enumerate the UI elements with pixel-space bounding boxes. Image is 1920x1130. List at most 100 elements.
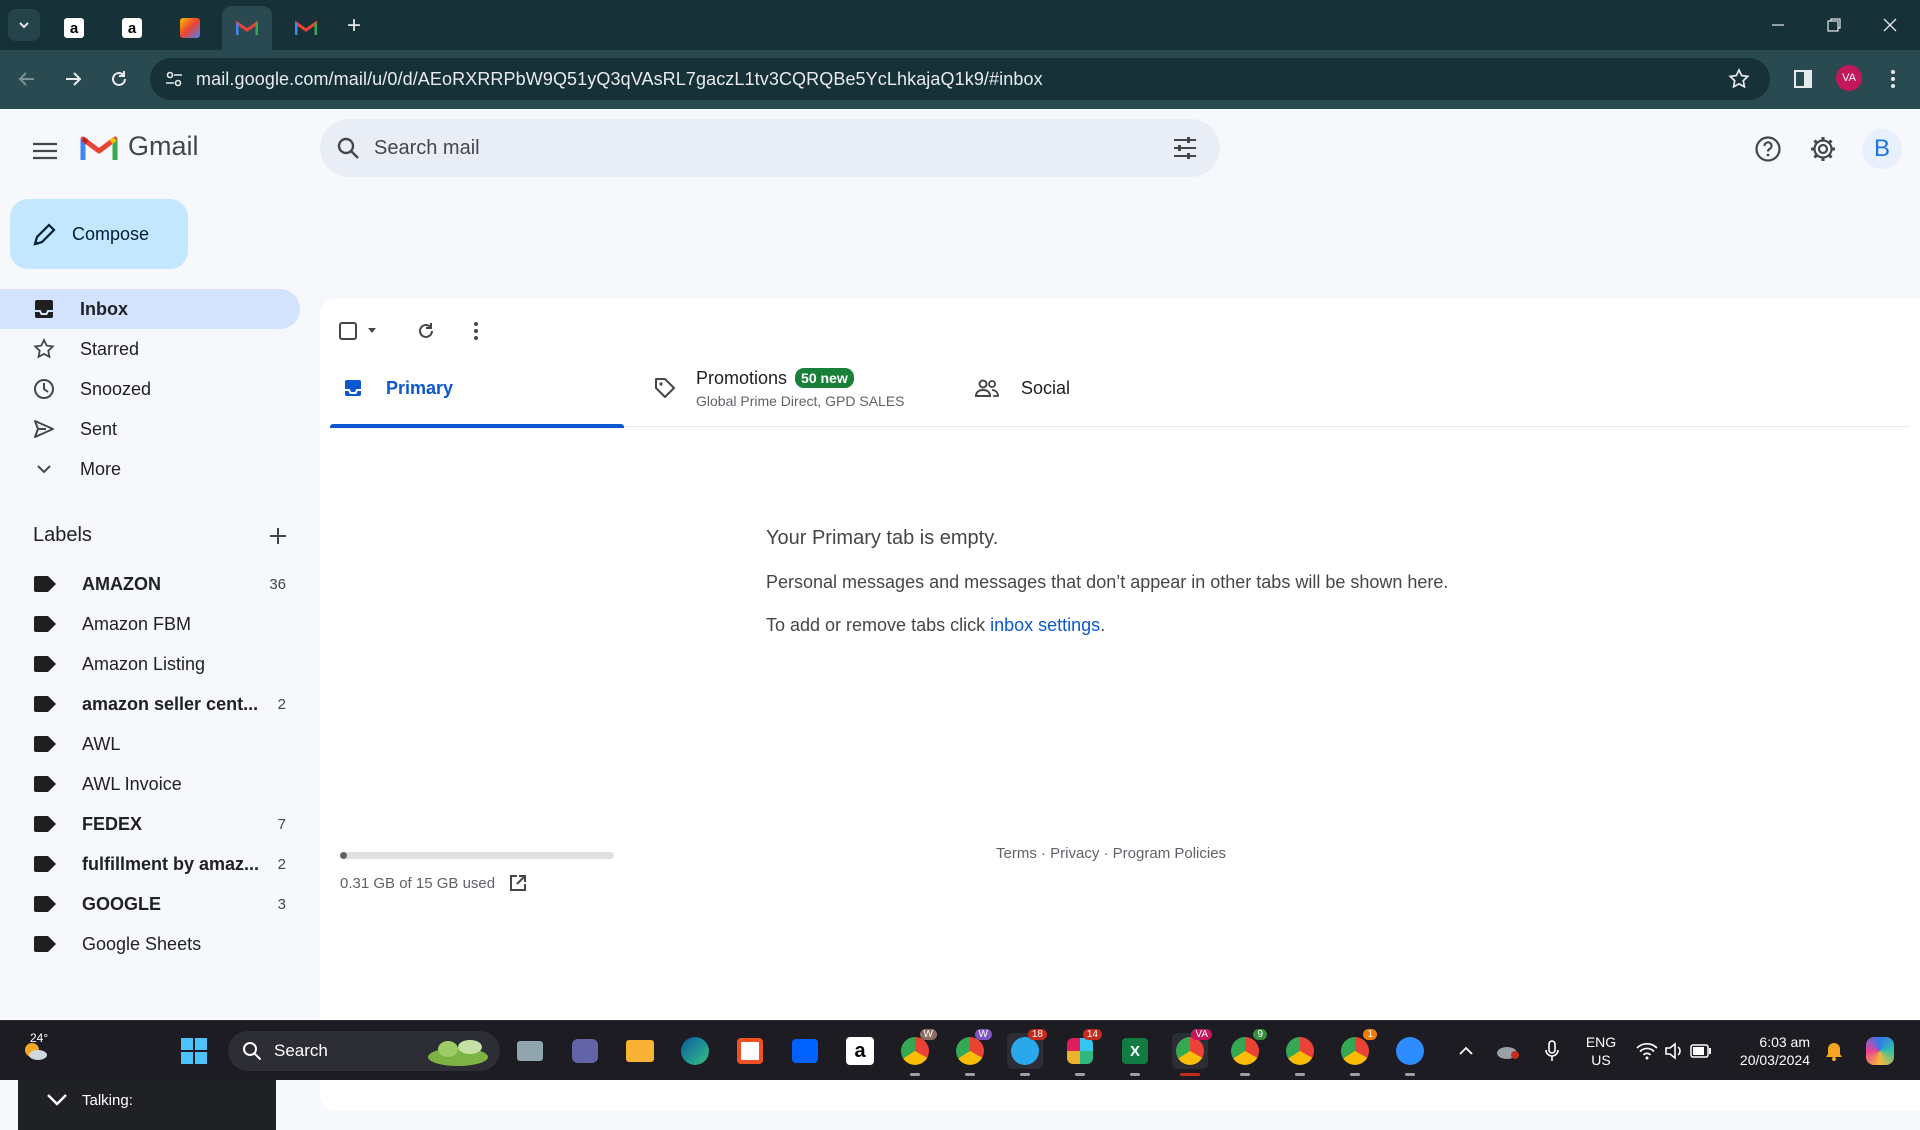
search-icon[interactable]	[336, 136, 360, 160]
taskbar-chrome-2[interactable]: W	[952, 1029, 992, 1076]
label-item[interactable]: amazon seller cent... 2	[0, 684, 300, 724]
taskbar-amazon[interactable]: a	[842, 1033, 878, 1069]
taskbar-search[interactable]: Search	[228, 1031, 500, 1071]
browser-profile-avatar[interactable]: VA	[1836, 65, 1862, 91]
notifications-button[interactable]	[1820, 1033, 1848, 1069]
edge-icon	[681, 1037, 709, 1065]
gmail-logo[interactable]: Gmail	[80, 131, 199, 162]
show-hidden-icons-button[interactable]	[1454, 1033, 1478, 1069]
label-item[interactable]: AWL Invoice	[0, 764, 300, 804]
main-menu-button[interactable]	[28, 134, 62, 168]
address-bar[interactable]: mail.google.com/mail/u/0/d/AEoRXRRPbW9Q5…	[150, 58, 1770, 100]
inbox-settings-link[interactable]: inbox settings	[990, 615, 1100, 635]
gmail-icon	[295, 20, 317, 35]
taskbar-chrome-4[interactable]	[1282, 1033, 1318, 1076]
tab-promotions-label: Promotions	[696, 367, 788, 388]
weather-widget[interactable]: 24°	[10, 1031, 60, 1069]
taskbar-telegram[interactable]: 18	[1007, 1029, 1047, 1076]
open-external-icon[interactable]	[509, 874, 527, 892]
search-input[interactable]	[374, 133, 1134, 163]
gmail-app: Gmail B Compose Inbox Starred Snoozed Se…	[0, 109, 1920, 1130]
taskbar-chrome-5[interactable]: 1	[1337, 1029, 1377, 1076]
select-all-checkbox[interactable]	[336, 315, 384, 347]
taskbar-task-view[interactable]	[512, 1033, 548, 1069]
tab-gmail-2[interactable]	[282, 6, 330, 50]
taskbar-excel[interactable]: X	[1117, 1033, 1153, 1076]
label-item[interactable]: GOOGLE 3	[0, 884, 300, 924]
back-button[interactable]	[12, 64, 42, 94]
support-button[interactable]	[1748, 129, 1788, 169]
close-window-button[interactable]	[1870, 10, 1910, 40]
side-panel-icon	[1794, 70, 1812, 88]
tab-search-button[interactable]	[8, 9, 40, 41]
compose-button[interactable]: Compose	[10, 199, 188, 269]
inbox-icon	[345, 380, 361, 396]
account-avatar[interactable]: B	[1862, 129, 1902, 169]
tab-app[interactable]	[166, 6, 214, 50]
footer-links[interactable]: Terms · Privacy · Program Policies	[996, 845, 1226, 862]
label-item[interactable]: fulfillment by amaz... 2	[0, 844, 300, 884]
url-text[interactable]: mail.google.com/mail/u/0/d/AEoRXRRPbW9Q5…	[196, 69, 1043, 90]
input-language[interactable]: ENG US	[1580, 1033, 1622, 1069]
quick-settings[interactable]	[1634, 1033, 1714, 1069]
bookmark-star-icon[interactable]	[1728, 68, 1750, 90]
search-bar[interactable]	[320, 119, 1220, 177]
taskbar-file-explorer[interactable]	[622, 1033, 658, 1069]
taskbar-teams[interactable]	[567, 1033, 603, 1069]
label-item[interactable]: FEDEX 7	[0, 804, 300, 844]
start-button[interactable]	[176, 1033, 212, 1069]
label-item[interactable]: AMAZON 36	[0, 564, 300, 604]
microphone-status[interactable]	[1538, 1033, 1566, 1069]
gear-icon	[1811, 137, 1835, 161]
tab-amazon-1[interactable]: a	[50, 6, 98, 50]
taskbar-chrome-va[interactable]: VA	[1172, 1029, 1212, 1076]
tab-promotions[interactable]: Promotions 50 new Global Prime Direct, G…	[650, 349, 950, 427]
browser-menu-button[interactable]	[1880, 66, 1906, 92]
send-icon	[32, 417, 56, 441]
storage-meter: 0.31 GB of 15 GB used	[340, 852, 614, 892]
clock[interactable]: 6:03 am 20/03/2024	[1726, 1033, 1810, 1069]
sidebar-item-more[interactable]: More	[0, 449, 300, 489]
label-item[interactable]: Amazon FBM	[0, 604, 300, 644]
label-item[interactable]: Google Sheets	[0, 924, 300, 964]
refresh-button[interactable]	[410, 315, 442, 347]
copilot-icon	[1866, 1037, 1894, 1065]
region-code: US	[1591, 1052, 1611, 1068]
forward-button[interactable]	[58, 64, 88, 94]
taskbar-edge[interactable]	[677, 1033, 713, 1069]
sidebar-item-starred[interactable]: Starred	[0, 329, 300, 369]
settings-button[interactable]	[1803, 129, 1843, 169]
taskbar-zoom[interactable]	[1392, 1033, 1428, 1076]
more-actions-button[interactable]	[460, 315, 492, 347]
onedrive-status[interactable]	[1494, 1033, 1522, 1069]
label-name: GOOGLE	[82, 893, 162, 914]
label-count: 2	[277, 695, 286, 713]
search-options-icon[interactable]	[1172, 136, 1198, 160]
minimize-button[interactable]	[1758, 10, 1798, 40]
label-item[interactable]: AWL	[0, 724, 300, 764]
label-item[interactable]: Amazon Listing	[0, 644, 300, 684]
mail-list-panel: Primary Promotions 50 new Global Prime D…	[320, 299, 1920, 1111]
empty-inbox-message: Your Primary tab is empty. Personal mess…	[766, 527, 1448, 636]
tab-social-label: Social	[1021, 377, 1071, 398]
taskbar-chrome-3[interactable]: 9	[1227, 1029, 1267, 1076]
tab-amazon-2[interactable]: a	[108, 6, 156, 50]
new-tab-button[interactable]: +	[340, 12, 368, 40]
tab-primary[interactable]: Primary	[330, 349, 624, 428]
sidebar-item-inbox[interactable]: Inbox	[0, 289, 300, 329]
app-name: Gmail	[128, 131, 199, 161]
sidebar-item-sent[interactable]: Sent	[0, 409, 300, 449]
tab-social[interactable]: Social	[975, 349, 1269, 427]
tab-gmail-active[interactable]	[222, 6, 272, 50]
restore-button[interactable]	[1814, 10, 1854, 40]
chrome-icon	[1341, 1037, 1369, 1065]
sidebar-item-snoozed[interactable]: Snoozed	[0, 369, 300, 409]
taskbar-chrome-1[interactable]: W	[897, 1029, 937, 1076]
taskbar-dropbox[interactable]	[787, 1033, 823, 1069]
reload-button[interactable]	[104, 64, 134, 94]
taskbar-store[interactable]	[732, 1033, 768, 1069]
copilot-button[interactable]	[1862, 1033, 1898, 1069]
side-panel-button[interactable]	[1790, 66, 1816, 92]
create-label-button[interactable]	[264, 522, 292, 550]
taskbar-slack[interactable]: 14	[1062, 1029, 1102, 1076]
